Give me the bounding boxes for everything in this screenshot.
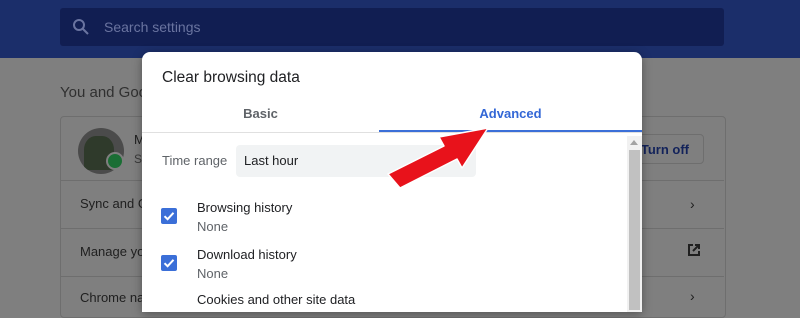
time-range-label: Time range bbox=[162, 153, 228, 168]
chevron-right-icon: › bbox=[690, 196, 695, 212]
turn-off-label: Turn off bbox=[640, 142, 689, 157]
browsing-history-title: Browsing history bbox=[197, 200, 293, 215]
sync-status-dot bbox=[106, 152, 124, 170]
browsing-history-subtitle: None bbox=[197, 219, 229, 234]
settings-header: Search settings bbox=[0, 0, 800, 58]
red-arrow-icon bbox=[387, 127, 489, 189]
row-chrome-name[interactable]: Chrome na bbox=[80, 290, 144, 305]
search-placeholder: Search settings bbox=[104, 19, 201, 35]
browsing-history-checkbox[interactable] bbox=[161, 208, 177, 224]
profile-status-peek: S bbox=[134, 152, 143, 166]
section-title: You and Goo bbox=[60, 84, 148, 101]
scroll-up-arrow-icon[interactable] bbox=[630, 140, 638, 145]
time-range-value: Last hour bbox=[244, 153, 299, 168]
tab-basic[interactable]: Basic bbox=[142, 95, 379, 132]
download-history-subtitle: None bbox=[197, 266, 229, 281]
row-sync[interactable]: Sync and G bbox=[80, 196, 148, 211]
checkmark-icon bbox=[163, 212, 175, 221]
dialog-title: Clear browsing data bbox=[162, 69, 300, 86]
download-history-checkbox[interactable] bbox=[161, 255, 177, 271]
search-icon bbox=[73, 19, 89, 35]
checkmark-icon bbox=[163, 259, 175, 268]
scrollbar-thumb[interactable] bbox=[629, 150, 640, 310]
download-history-title: Download history bbox=[197, 247, 297, 262]
search-input[interactable]: Search settings bbox=[60, 8, 724, 46]
chevron-right-icon: › bbox=[690, 288, 695, 304]
open-in-new-icon[interactable] bbox=[686, 242, 702, 258]
row-manage[interactable]: Manage yo bbox=[80, 244, 144, 259]
